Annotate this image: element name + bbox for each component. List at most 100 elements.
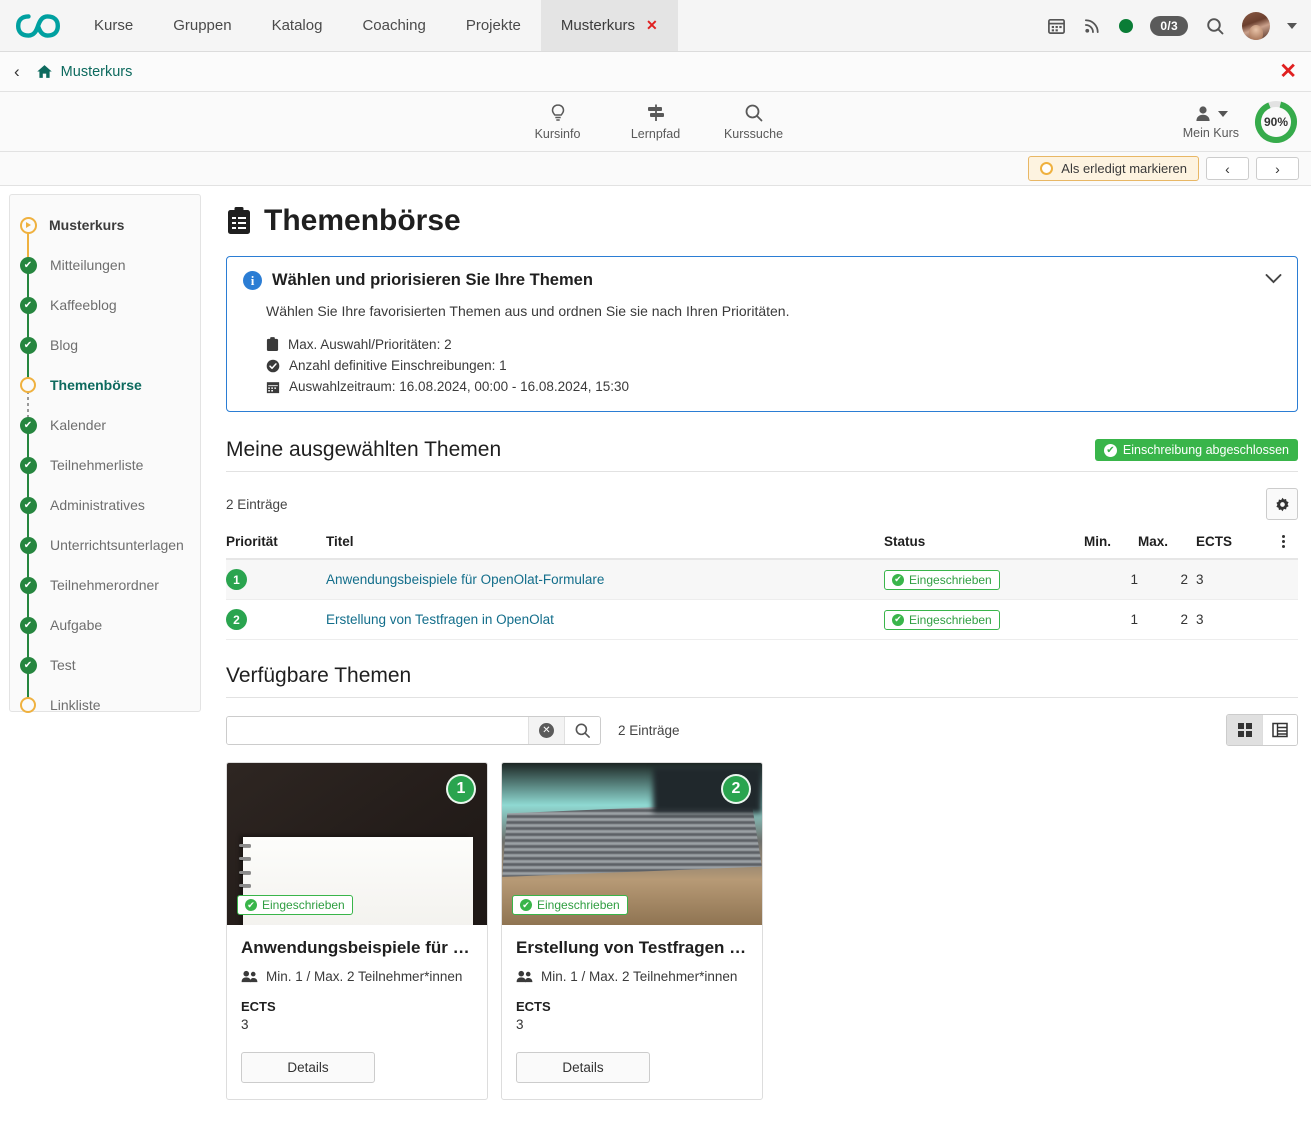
signpost-icon bbox=[645, 102, 667, 124]
column-menu[interactable] bbox=[1268, 534, 1298, 559]
path-marker-done: ✔ bbox=[19, 416, 37, 434]
sidebar-item-label: Administratives bbox=[50, 497, 145, 513]
sidebar-item-test[interactable]: ✔ Test bbox=[10, 645, 200, 685]
details-button[interactable]: Details bbox=[241, 1052, 375, 1083]
topic-title-link[interactable]: Anwendungsbeispiele für OpenOlat-Formula… bbox=[326, 572, 604, 587]
tab-close-icon[interactable]: ✕ bbox=[646, 17, 658, 34]
kebab-menu-icon[interactable] bbox=[1268, 535, 1298, 548]
nav-item-projekte[interactable]: Projekte bbox=[446, 0, 541, 51]
selected-topics-header: Meine ausgewählten Themen ✔ Einschreibun… bbox=[226, 438, 1298, 472]
collapse-info-panel-icon[interactable] bbox=[1265, 271, 1282, 289]
nav-item-coaching[interactable]: Coaching bbox=[342, 0, 445, 51]
table-row[interactable]: 1 Anwendungsbeispiele für OpenOlat-Formu… bbox=[226, 559, 1298, 600]
status-badge: ✔ Eingeschrieben bbox=[237, 895, 353, 915]
column-ects[interactable]: ECTS bbox=[1188, 534, 1268, 559]
column-prioritaet[interactable]: Priorität bbox=[226, 534, 326, 559]
table-head: Priorität Titel Status Min. Max. ECTS bbox=[226, 534, 1298, 559]
search-icon[interactable] bbox=[1205, 16, 1225, 36]
grid-view-button[interactable] bbox=[1227, 715, 1262, 745]
close-course-icon[interactable]: ✕ bbox=[1279, 61, 1297, 82]
tool-label: Kursinfo bbox=[535, 127, 581, 141]
clear-search-button[interactable]: ✕ bbox=[528, 717, 564, 744]
sidebar-item-mitteilungen[interactable]: ✔ Mitteilungen bbox=[10, 245, 200, 285]
notification-count-badge[interactable]: 0/3 bbox=[1150, 16, 1188, 36]
nav-label: Kurse bbox=[94, 17, 133, 34]
top-nav-right-tools: 0/3 bbox=[1047, 0, 1311, 51]
list-view-icon bbox=[1272, 722, 1288, 738]
sidebar-item-label: Unterrichtsunterlagen bbox=[50, 537, 184, 553]
nav-label: Musterkurs bbox=[561, 17, 635, 34]
back-button[interactable]: ‹ bbox=[14, 62, 20, 82]
my-course-menu[interactable]: Mein Kurs bbox=[1183, 104, 1239, 140]
home-icon[interactable] bbox=[36, 63, 53, 80]
sidebar-item-kaffeeblog[interactable]: ✔ Kaffeeblog bbox=[10, 285, 200, 325]
topic-card[interactable]: 2 ✔ Eingeschrieben Erstellung von Testfr… bbox=[501, 762, 763, 1100]
course-toolbar-right: Mein Kurs 90% bbox=[1183, 92, 1299, 151]
online-status-dot[interactable] bbox=[1119, 19, 1133, 33]
breadcrumb-course-link[interactable]: Musterkurs bbox=[61, 64, 133, 80]
nav-item-gruppen[interactable]: Gruppen bbox=[153, 0, 251, 51]
sidebar-item-label: Themenbörse bbox=[50, 377, 142, 393]
nav-item-kurse[interactable]: Kurse bbox=[74, 0, 153, 51]
table-row[interactable]: 2 Erstellung von Testfragen in OpenOlat … bbox=[226, 600, 1298, 640]
cell-row-menu bbox=[1268, 559, 1298, 600]
search-input[interactable] bbox=[227, 717, 528, 744]
available-topics-header: Verfügbare Themen bbox=[226, 664, 1298, 698]
tool-kursinfo[interactable]: Kursinfo bbox=[527, 102, 589, 141]
grid-view-icon bbox=[1237, 722, 1253, 738]
topic-card-title: Anwendungsbeispiele für O… bbox=[241, 938, 473, 958]
logo-container[interactable] bbox=[0, 0, 74, 51]
search-submit-button[interactable] bbox=[564, 717, 600, 744]
sidebar-item-linkliste[interactable]: Linkliste bbox=[10, 685, 200, 725]
next-page-button[interactable]: › bbox=[1256, 157, 1299, 180]
column-min[interactable]: Min. bbox=[1084, 534, 1138, 559]
sidebar-item-teilnehmerliste[interactable]: ✔ Teilnehmerliste bbox=[10, 445, 200, 485]
course-toolbar: Kursinfo Lernpfad Kurssuche Mein Kurs 90… bbox=[0, 92, 1311, 152]
sidebar-item-musterkurs[interactable]: Musterkurs bbox=[10, 205, 200, 245]
tool-kurssuche[interactable]: Kurssuche bbox=[723, 102, 785, 141]
sidebar-item-teilnehmerordner[interactable]: ✔ Teilnehmerordner bbox=[10, 565, 200, 605]
nav-item-katalog[interactable]: Katalog bbox=[252, 0, 343, 51]
priority-badge: 2 bbox=[226, 609, 247, 630]
sidebar-item-aufgabe[interactable]: ✔ Aufgabe bbox=[10, 605, 200, 645]
info-line-text: Anzahl definitive Einschreibungen: 1 bbox=[289, 358, 507, 373]
column-titel[interactable]: Titel bbox=[326, 534, 884, 559]
clear-icon: ✕ bbox=[539, 723, 554, 738]
chevron-down-icon[interactable] bbox=[1287, 23, 1297, 29]
main-content: Themenbörse i Wählen und priorisieren Si… bbox=[201, 186, 1311, 1147]
details-button[interactable]: Details bbox=[516, 1052, 650, 1083]
search-box: ✕ bbox=[226, 716, 601, 745]
sidebar-item-administratives[interactable]: ✔ Administratives bbox=[10, 485, 200, 525]
info-panel-header: i Wählen und priorisieren Sie Ihre Theme… bbox=[243, 271, 1279, 290]
topic-title-link[interactable]: Erstellung von Testfragen in OpenOlat bbox=[326, 612, 554, 627]
topic-card[interactable]: 1 ✔ Eingeschrieben Anwendungsbeispiele f… bbox=[226, 762, 488, 1100]
badge-label: Einschreibung abgeschlossen bbox=[1123, 443, 1289, 457]
top-navigation-bar: Kurse Gruppen Katalog Coaching Projekte … bbox=[0, 0, 1311, 52]
page-body: Musterkurs ✔ Mitteilungen ✔ Kaffeeblog ✔… bbox=[0, 186, 1311, 1147]
priority-badge: 2 bbox=[721, 774, 751, 804]
cell-min: 1 bbox=[1084, 559, 1138, 600]
tool-lernpfad[interactable]: Lernpfad bbox=[625, 102, 687, 141]
rss-icon[interactable] bbox=[1083, 16, 1102, 35]
cell-ects: 3 bbox=[1188, 559, 1268, 600]
nav-label: Gruppen bbox=[173, 17, 231, 34]
my-course-label: Mein Kurs bbox=[1183, 126, 1239, 140]
previous-page-button[interactable]: ‹ bbox=[1206, 157, 1249, 180]
user-avatar[interactable] bbox=[1242, 12, 1270, 40]
sidebar-item-themenboerse[interactable]: Themenbörse bbox=[10, 365, 200, 405]
list-view-button[interactable] bbox=[1262, 715, 1297, 745]
calendar-icon[interactable] bbox=[1047, 16, 1066, 35]
sidebar-item-unterrichtsunterlagen[interactable]: ✔ Unterrichtsunterlagen bbox=[10, 525, 200, 565]
notebook-on-dark-desk-image: 1 ✔ Eingeschrieben bbox=[227, 763, 487, 925]
info-line-text: Max. Auswahl/Prioritäten: 2 bbox=[288, 337, 452, 352]
column-status[interactable]: Status bbox=[884, 534, 1084, 559]
sidebar-item-kalender[interactable]: ✔ Kalender bbox=[10, 405, 200, 445]
sidebar-item-blog[interactable]: ✔ Blog bbox=[10, 325, 200, 365]
mark-as-done-button[interactable]: Als erledigt markieren bbox=[1028, 156, 1199, 181]
table-settings-button[interactable] bbox=[1266, 488, 1298, 520]
column-max[interactable]: Max. bbox=[1138, 534, 1188, 559]
path-marker-done: ✔ bbox=[19, 536, 37, 554]
entries-count-label: 2 Einträge bbox=[226, 497, 288, 512]
nav-tab-musterkurs[interactable]: Musterkurs ✕ bbox=[541, 0, 678, 51]
status-label: Eingeschrieben bbox=[909, 613, 992, 627]
